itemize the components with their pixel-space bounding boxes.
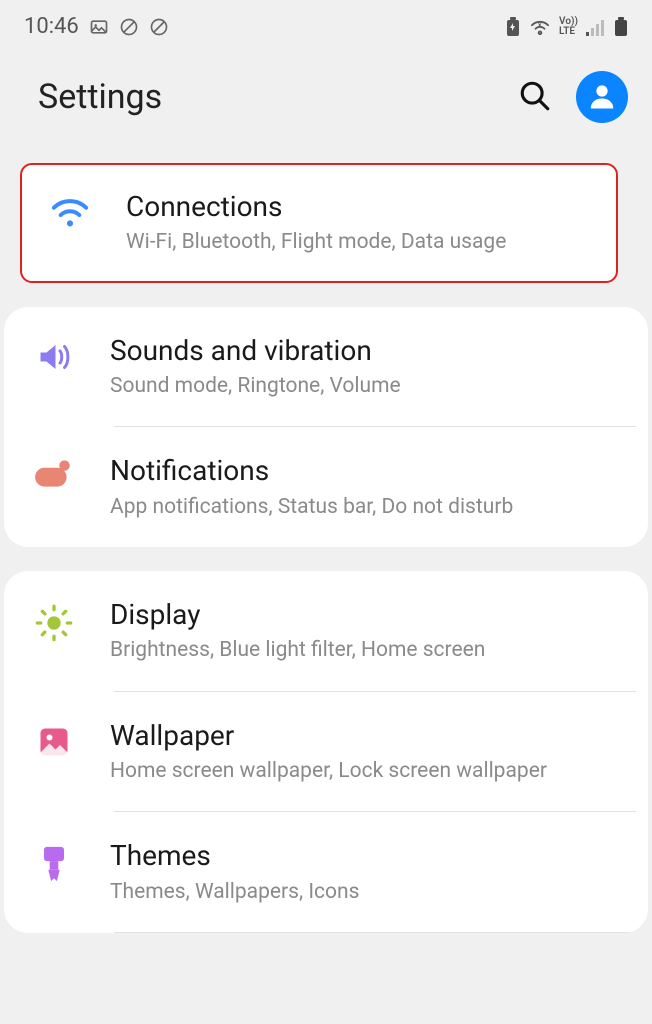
settings-item-wallpaper[interactable]: Wallpaper Home screen wallpaper, Lock sc… xyxy=(4,692,648,812)
themes-icon xyxy=(30,844,78,884)
item-body: Themes Themes, Wallpapers, Icons xyxy=(110,838,622,906)
status-bar: 10:46 Vo)) LTE xyxy=(0,0,652,47)
settings-card-display: Display Brightness, Blue light filter, H… xyxy=(4,571,648,933)
battery-saver-icon xyxy=(505,17,521,37)
battery-icon xyxy=(614,17,628,37)
item-subtitle: Themes, Wallpapers, Icons xyxy=(110,879,622,906)
volte-label: Vo)) LTE xyxy=(559,17,578,37)
item-subtitle: App notifications, Status bar, Do not di… xyxy=(110,494,622,521)
search-icon xyxy=(518,101,552,116)
status-left: 10:46 xyxy=(24,14,169,39)
item-title: Sounds and vibration xyxy=(110,333,622,369)
settings-item-notifications[interactable]: Notifications App notifications, Status … xyxy=(4,427,648,547)
item-subtitle: Wi-Fi, Bluetooth, Flight mode, Data usag… xyxy=(126,229,592,256)
no-notif-icon-2 xyxy=(149,17,169,37)
person-icon xyxy=(587,81,617,114)
search-button[interactable] xyxy=(518,79,552,116)
item-body: Notifications App notifications, Status … xyxy=(110,453,622,521)
divider xyxy=(114,932,636,933)
notifications-icon xyxy=(30,459,78,489)
settings-card-sound-notif: Sounds and vibration Sound mode, Rington… xyxy=(4,307,648,547)
item-body: Display Brightness, Blue light filter, H… xyxy=(110,597,622,665)
settings-item-sounds[interactable]: Sounds and vibration Sound mode, Rington… xyxy=(4,307,648,427)
settings-item-display[interactable]: Display Brightness, Blue light filter, H… xyxy=(4,571,648,691)
wifi-status-icon xyxy=(529,18,551,36)
item-subtitle: Brightness, Blue light filter, Home scre… xyxy=(110,637,622,664)
wallpaper-icon xyxy=(30,724,78,760)
item-subtitle: Sound mode, Ringtone, Volume xyxy=(110,373,622,400)
item-body: Wallpaper Home screen wallpaper, Lock sc… xyxy=(110,718,622,786)
settings-item-themes[interactable]: Themes Themes, Wallpapers, Icons xyxy=(4,812,648,932)
item-title: Connections xyxy=(126,189,592,225)
item-title: Notifications xyxy=(110,453,622,489)
status-time: 10:46 xyxy=(24,14,79,39)
item-body: Sounds and vibration Sound mode, Rington… xyxy=(110,333,622,401)
item-title: Themes xyxy=(110,838,622,874)
item-title: Display xyxy=(110,597,622,633)
display-icon xyxy=(30,603,78,643)
profile-button[interactable] xyxy=(576,71,628,123)
item-subtitle: Home screen wallpaper, Lock screen wallp… xyxy=(110,758,622,785)
item-body: Connections Wi-Fi, Bluetooth, Flight mod… xyxy=(126,189,592,257)
settings-card-connections: Connections Wi-Fi, Bluetooth, Flight mod… xyxy=(20,163,618,283)
page-title: Settings xyxy=(38,77,162,117)
item-title: Wallpaper xyxy=(110,718,622,754)
image-icon xyxy=(89,17,109,37)
settings-list: Connections Wi-Fi, Bluetooth, Flight mod… xyxy=(0,163,652,933)
no-notif-icon xyxy=(119,17,139,37)
wifi-icon xyxy=(46,195,94,229)
header-actions xyxy=(518,71,628,123)
status-right: Vo)) LTE xyxy=(505,17,628,37)
signal-icon xyxy=(586,18,606,36)
header: Settings xyxy=(0,47,652,163)
sound-icon xyxy=(30,339,78,375)
settings-item-connections[interactable]: Connections Wi-Fi, Bluetooth, Flight mod… xyxy=(20,163,618,283)
